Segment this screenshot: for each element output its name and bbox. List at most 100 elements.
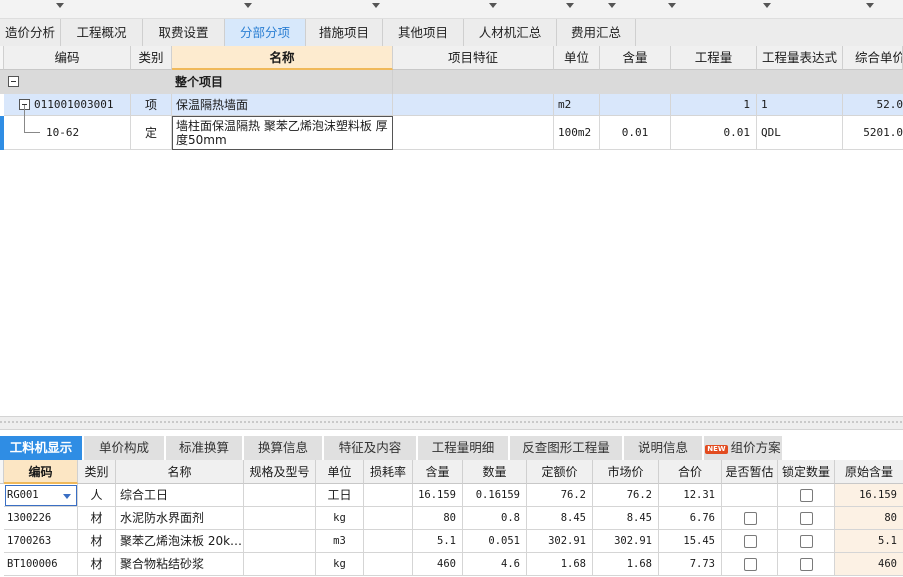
tab-description-info[interactable]: 说明信息 — [624, 436, 704, 460]
list-row-unit[interactable]: 100m2 — [554, 116, 600, 150]
list-row-type[interactable]: 材 — [78, 553, 116, 576]
locked-qty-checkbox[interactable] — [800, 512, 813, 525]
list-row-content[interactable] — [600, 94, 671, 116]
list-row-quantity[interactable]: 1 — [671, 94, 757, 116]
splitter-grip[interactable] — [0, 421, 903, 423]
estimate-checkbox[interactable] — [744, 512, 757, 525]
list-row-quantity[interactable]: 0.051 — [463, 530, 527, 553]
tab-measures[interactable]: 措施项目 — [306, 19, 383, 46]
list-row-total[interactable]: 15.45 — [659, 530, 722, 553]
list-row-code[interactable]: BT100006 — [4, 553, 78, 576]
list-row-quota-price[interactable]: 8.45 — [527, 507, 593, 530]
list-row-expression[interactable]: QDL — [757, 116, 843, 150]
list-row-total[interactable]: 12.31 — [659, 484, 722, 507]
list-row-market-price[interactable]: 76.2 — [593, 484, 659, 507]
col-header-code[interactable]: 编码 — [4, 460, 78, 484]
col-header-feature[interactable]: 项目特征 — [393, 46, 554, 70]
col-header-name[interactable]: 名称 — [172, 46, 393, 70]
chevron-down-icon[interactable] — [608, 3, 616, 8]
panel-splitter[interactable] — [0, 416, 903, 430]
locked-qty-checkbox[interactable] — [800, 558, 813, 571]
list-row-loss[interactable] — [364, 553, 413, 576]
tab-conversion-info[interactable]: 换算信息 — [244, 436, 324, 460]
tab-reverse-lookup-quantity[interactable]: 反查图形工程量 — [510, 436, 624, 460]
chevron-down-icon[interactable] — [372, 3, 380, 8]
tab-sub-items[interactable]: 分部分项 — [225, 19, 306, 46]
col-header-type[interactable]: 类别 — [78, 460, 116, 484]
locked-qty-checkbox[interactable] — [800, 535, 813, 548]
col-header-locked-qty[interactable]: 锁定数量 — [778, 460, 835, 484]
tab-fee-settings[interactable]: 取费设置 — [143, 19, 225, 46]
chevron-down-icon[interactable] — [244, 3, 252, 8]
tab-unit-price-breakdown[interactable]: 单价构成 — [84, 436, 166, 460]
list-row-name[interactable]: 保温隔热墙面 — [172, 94, 393, 116]
col-header-name[interactable]: 名称 — [116, 460, 244, 484]
tab-project-overview[interactable]: 工程概况 — [61, 19, 143, 46]
col-header-type[interactable]: 类别 — [131, 46, 172, 70]
list-row-original-content[interactable]: 460 — [835, 553, 903, 576]
list-row-content[interactable]: 5.1 — [413, 530, 463, 553]
locked-qty-checkbox[interactable] — [800, 489, 813, 502]
list-row-spec[interactable] — [244, 507, 316, 530]
col-header-estimate[interactable]: 是否暂估 — [722, 460, 778, 484]
col-header-total[interactable]: 合价 — [659, 460, 722, 484]
list-row-unit[interactable]: kg — [316, 553, 364, 576]
list-row-market-price[interactable]: 8.45 — [593, 507, 659, 530]
col-header-quantity[interactable]: 工程量 — [671, 46, 757, 70]
list-row-spec[interactable] — [244, 530, 316, 553]
tab-features-content[interactable]: 特征及内容 — [324, 436, 418, 460]
chevron-down-icon[interactable] — [763, 3, 771, 8]
list-row-loss[interactable] — [364, 530, 413, 553]
col-header-unit[interactable]: 单位 — [316, 460, 364, 484]
col-header-market-price[interactable]: 市场价 — [593, 460, 659, 484]
chevron-down-icon[interactable] — [63, 494, 71, 499]
list-row-quantity[interactable]: 4.6 — [463, 553, 527, 576]
chevron-down-icon[interactable] — [56, 3, 64, 8]
tab-quantity-detail[interactable]: 工程量明细 — [418, 436, 510, 460]
estimate-checkbox[interactable] — [744, 558, 757, 571]
col-header-original-content[interactable]: 原始含量 — [835, 460, 903, 484]
col-header-unit-price[interactable]: 综合单价 — [843, 46, 903, 70]
list-row-name[interactable]: 墙柱面保温隔热 聚苯乙烯泡沫塑料板 厚度50mm — [172, 116, 393, 150]
list-row-original-content[interactable]: 16.159 — [835, 484, 903, 507]
col-header-quantity[interactable]: 数量 — [463, 460, 527, 484]
list-row-type[interactable]: 项 — [131, 94, 172, 116]
list-row-type[interactable]: 材 — [78, 507, 116, 530]
list-row-type[interactable]: 人 — [78, 484, 116, 507]
list-row-quantity[interactable]: 0.8 — [463, 507, 527, 530]
list-row-expression[interactable]: 1 — [757, 94, 843, 116]
tab-labor-material-display[interactable]: 工料机显示 — [0, 436, 84, 460]
chevron-down-icon[interactable] — [668, 3, 676, 8]
list-row-original-content[interactable]: 5.1 — [835, 530, 903, 553]
group-row[interactable] — [0, 70, 903, 94]
chevron-down-icon[interactable] — [489, 3, 497, 8]
list-row-quota-price[interactable]: 1.68 — [527, 553, 593, 576]
list-row-name[interactable]: 综合工日 — [116, 484, 244, 507]
list-row-content[interactable]: 16.159 — [413, 484, 463, 507]
list-row-feature[interactable] — [393, 116, 554, 150]
list-row-market-price[interactable]: 302.91 — [593, 530, 659, 553]
collapse-box-icon[interactable] — [8, 76, 19, 87]
tab-cost-analysis[interactable]: 造价分析 — [0, 19, 61, 46]
col-header-spec[interactable]: 规格及型号 — [244, 460, 316, 484]
list-row-quantity[interactable]: 0.01 — [671, 116, 757, 150]
list-row-quota-price[interactable]: 76.2 — [527, 484, 593, 507]
list-row-loss[interactable] — [364, 507, 413, 530]
col-header-quota-price[interactable]: 定额价 — [527, 460, 593, 484]
col-header-loss-rate[interactable]: 损耗率 — [364, 460, 413, 484]
estimate-checkbox[interactable] — [744, 535, 757, 548]
tab-standard-conversion[interactable]: 标准换算 — [166, 436, 244, 460]
list-row-type[interactable]: 定 — [131, 116, 172, 150]
list-row-loss[interactable] — [364, 484, 413, 507]
list-row-name[interactable]: 聚合物粘结砂浆 — [116, 553, 244, 576]
chevron-down-icon[interactable] — [866, 3, 874, 8]
list-row-market-price[interactable]: 1.68 — [593, 553, 659, 576]
list-row-unit[interactable]: m2 — [554, 94, 600, 116]
list-row-type[interactable]: 材 — [78, 530, 116, 553]
list-row-name[interactable]: 水泥防水界面剂 — [116, 507, 244, 530]
list-row-price[interactable]: 5201.0 — [843, 116, 903, 150]
tab-fee-summary[interactable]: 费用汇总 — [557, 19, 636, 46]
col-header-content[interactable]: 含量 — [600, 46, 671, 70]
list-row-unit[interactable]: m3 — [316, 530, 364, 553]
list-row-original-content[interactable]: 80 — [835, 507, 903, 530]
